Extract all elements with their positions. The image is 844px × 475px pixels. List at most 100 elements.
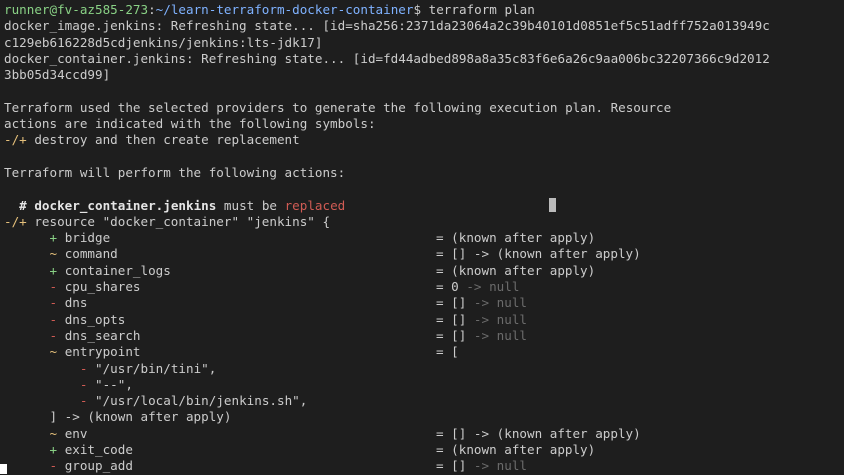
attribute-list: + bridge = (known after apply) ~ command =… [4, 230, 844, 360]
attribute-value: = [] -> null [436, 312, 527, 328]
value-text: = [] [436, 311, 467, 327]
value-text: = (known after apply) [436, 230, 596, 246]
attribute-name: dns [64, 295, 88, 311]
attribute-key: ~ command [4, 246, 118, 262]
attribute-row: - cpu_shares = 0 -> null [4, 279, 844, 295]
attribute-key: + bridge [4, 230, 111, 246]
attribute-row: + bridge = (known after apply) [4, 230, 844, 246]
attribute-name: command [64, 246, 118, 262]
entrypoint-value: "/usr/local/bin/jenkins.sh", [95, 393, 308, 409]
attribute-key: ~ env [4, 425, 88, 442]
change-symbol: - [49, 279, 58, 295]
resource-name: docker_container.jenkins [34, 197, 217, 213]
entrypoint-value: "/usr/bin/tini", [95, 360, 217, 376]
resource-header: -/+ resource "docker_container" "jenkins… [4, 214, 844, 230]
value-text: = [] [436, 295, 467, 311]
attribute-name: container_logs [64, 262, 171, 278]
null-arrow: -> null [458, 279, 520, 295]
attribute-value: = [] -> (known after apply) [436, 246, 641, 262]
comment-hash: # [4, 197, 35, 213]
change-symbol: - [49, 327, 58, 343]
prompt-symbol: $ [413, 2, 422, 17]
change-symbol: - [79, 360, 88, 376]
attribute-value: = 0 -> null [436, 279, 519, 295]
attribute-value: = [] -> null [436, 458, 527, 474]
attribute-key: + exit_code [4, 442, 133, 458]
change-symbol: - [49, 458, 58, 474]
attribute-value: = [] -> null [436, 295, 527, 311]
prompt-line: runner@fv-az585-273:~/learn-terraform-do… [4, 2, 844, 18]
resource-comment: # docker_container.jenkins must be repla… [4, 198, 844, 214]
null-arrow: -> null [466, 311, 528, 327]
attribute-name: group_add [64, 458, 133, 474]
attribute-value: = (known after apply) [436, 230, 595, 246]
change-symbol: ~ [49, 425, 58, 441]
attribute-key: - dns [4, 295, 88, 311]
change-symbol: ~ [49, 246, 58, 262]
attribute-key: - dns_search [4, 328, 141, 344]
entrypoint-item: - "/usr/local/bin/jenkins.sh", [4, 393, 844, 409]
attribute-row: ~ env = [] -> (known after apply) [4, 426, 844, 442]
entrypoint-item: - "--", [4, 377, 844, 393]
terminal-window[interactable]: runner@fv-az585-273:~/learn-terraform-do… [0, 0, 844, 474]
replace-symbol: -/+ [4, 132, 27, 148]
window-corner-marker [0, 464, 7, 474]
change-symbol: ~ [49, 344, 58, 360]
value-text: = [] -> (known after apply) [436, 246, 641, 262]
attribute-key: - cpu_shares [4, 279, 141, 295]
symbol-legend: -/+ destroy and then create replacement [4, 132, 844, 148]
value-text: = [ [436, 344, 459, 360]
plan-intro-line: Terraform used the selected providers to… [4, 99, 672, 115]
refresh-line: 3bb05d34ccd99] [4, 67, 111, 83]
attribute-row: - dns_search = [] -> null [4, 328, 844, 344]
change-symbol: + [49, 262, 58, 278]
change-symbol: + [49, 230, 58, 246]
refresh-line: docker_container.jenkins: Refreshing sta… [4, 50, 770, 66]
attribute-value: = (known after apply) [436, 442, 595, 458]
refresh-line: c129eb616228d5cdjenkins/jenkins:lts-jdk1… [4, 34, 323, 50]
entrypoint-close-text: ] -> (known after apply) [49, 409, 232, 425]
entrypoint-item: - "/usr/bin/tini", [4, 361, 844, 377]
attribute-key: + container_logs [4, 263, 171, 279]
replace-symbol: -/+ [4, 213, 27, 229]
attribute-name: cpu_shares [64, 279, 141, 295]
null-arrow: -> null [466, 295, 528, 311]
text-cursor [549, 198, 556, 212]
attribute-name: entrypoint [64, 344, 141, 360]
plan-intro-line: actions are indicated with the following… [4, 116, 376, 132]
attribute-name: dns_search [64, 327, 141, 343]
null-arrow: -> null [466, 458, 528, 474]
prompt-command: terraform plan [421, 2, 535, 17]
value-text: = 0 [436, 279, 459, 295]
attribute-value: = (known after apply) [436, 263, 595, 279]
change-symbol: - [49, 295, 58, 311]
prompt-separator: : [148, 2, 156, 17]
value-text: = (known after apply) [436, 262, 596, 278]
value-text: = [] [436, 458, 467, 474]
prompt-user: runner@fv-az585-273 [4, 2, 149, 17]
value-text: = [] [436, 327, 467, 343]
entrypoint-close: ] -> (known after apply) [4, 409, 844, 425]
value-text: = (known after apply) [436, 442, 596, 458]
attribute-value: = [] -> (known after apply) [436, 426, 641, 442]
change-symbol: - [49, 311, 58, 327]
attribute-row: + exit_code = (known after apply) [4, 442, 844, 458]
attribute-name: bridge [64, 230, 111, 246]
attribute-key: - dns_opts [4, 311, 126, 328]
change-symbol: - [79, 393, 88, 409]
attribute-row: ~ entrypoint = [ [4, 344, 844, 360]
value-text: = [] -> (known after apply) [436, 425, 641, 441]
attribute-name: exit_code [64, 442, 133, 458]
replaced-label: replaced [284, 197, 346, 213]
refresh-line: docker_image.jenkins: Refreshing state..… [4, 18, 770, 34]
attribute-row: - dns_opts = [] -> null [4, 312, 844, 328]
entrypoint-list: - "/usr/bin/tini", - "--", - "/usr/local… [4, 361, 844, 410]
attribute-row: ~ command = [] -> (known after apply) [4, 246, 844, 262]
attribute-key: ~ entrypoint [4, 344, 141, 360]
attribute-name: dns_opts [64, 311, 126, 327]
attribute-key: - group_add [4, 458, 133, 474]
replace-symbol-text: destroy and then create replacement [26, 132, 300, 148]
null-arrow: -> null [466, 327, 528, 343]
